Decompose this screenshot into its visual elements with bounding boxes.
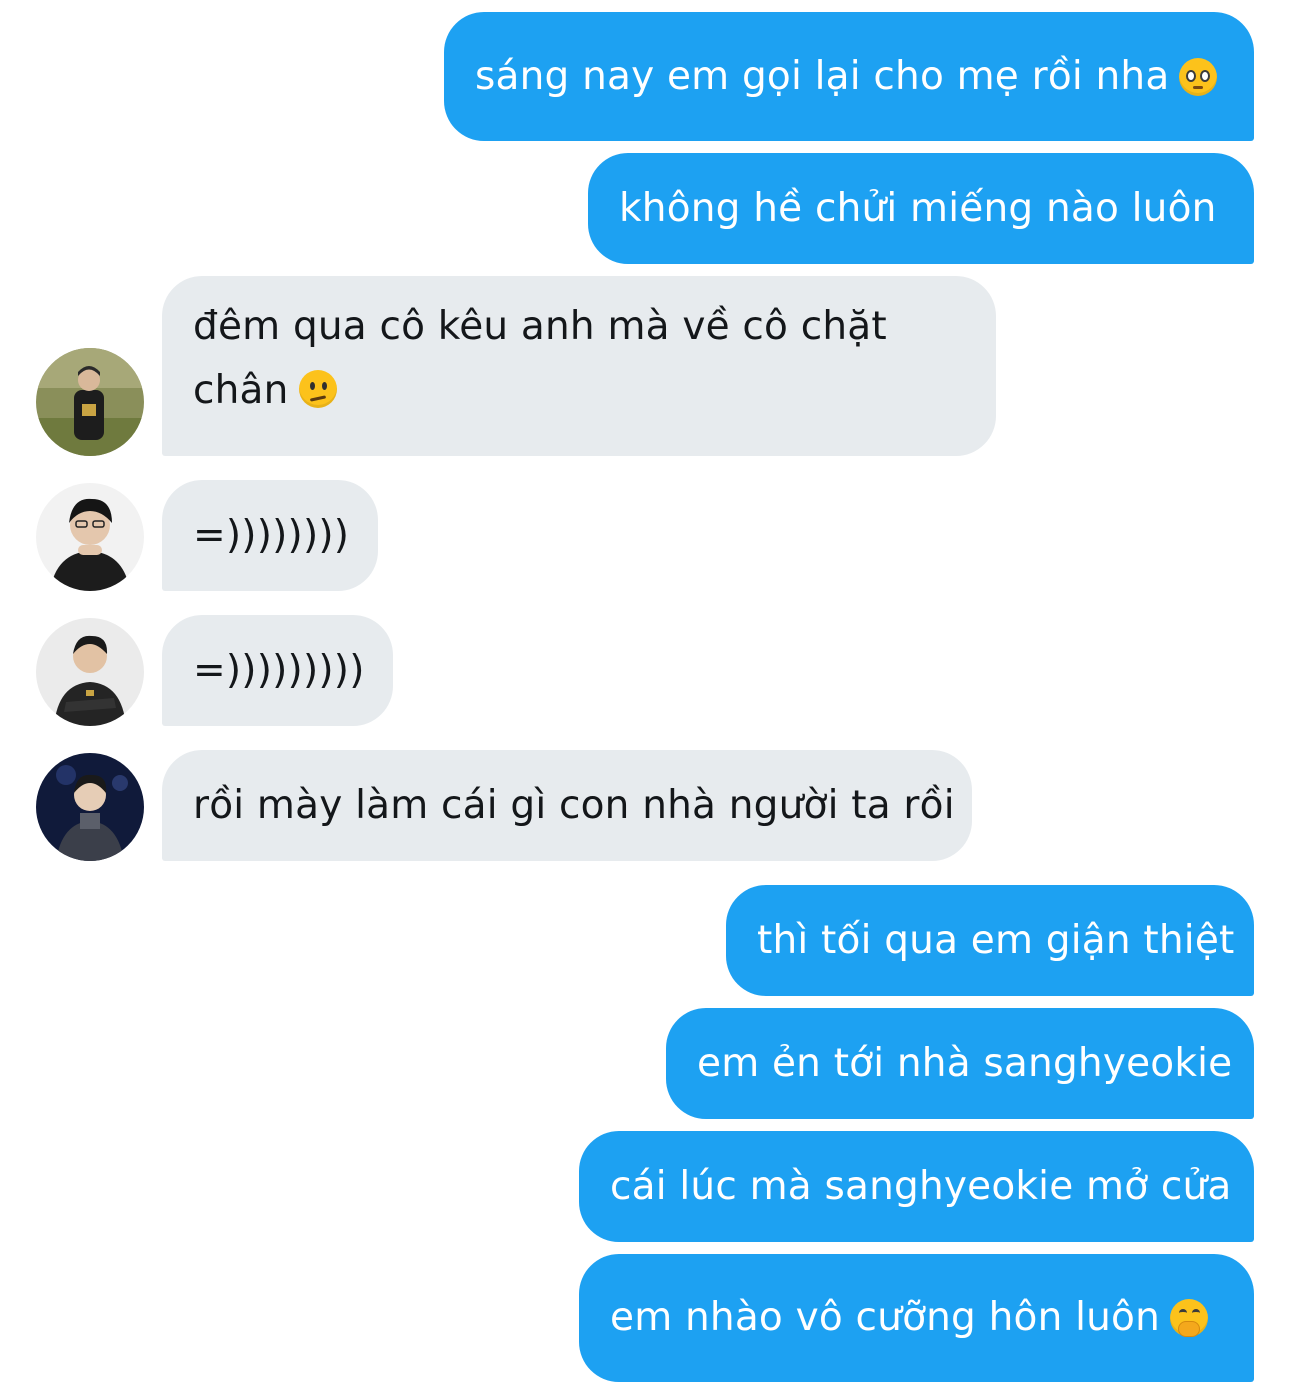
pleading-face-emoji-icon	[1179, 57, 1218, 96]
incoming-message[interactable]: =))))))))	[162, 480, 378, 591]
message-text: cái lúc mà sanghyeokie mở cửa	[610, 1163, 1232, 1209]
confused-face-emoji-icon	[298, 370, 337, 408]
outgoing-message[interactable]: cái lúc mà sanghyeokie mở cửa	[579, 1131, 1254, 1242]
outgoing-message[interactable]: thì tối qua em giận thiệt	[726, 885, 1254, 996]
avatar-user-3[interactable]	[36, 618, 144, 726]
message-text: em ẻn tới nhà sanghyeokie	[697, 1040, 1233, 1086]
message-text: =)))))))))	[193, 647, 365, 693]
avatar-user-4[interactable]	[36, 753, 144, 861]
outgoing-message[interactable]: em nhào vô cưỡng hôn luôn	[579, 1254, 1254, 1382]
incoming-message[interactable]: =)))))))))	[162, 615, 393, 726]
avatar-user-2[interactable]	[36, 483, 144, 591]
outgoing-message[interactable]: em ẻn tới nhà sanghyeokie	[666, 1008, 1254, 1119]
incoming-message[interactable]: đêm qua cô kêu anh mà về cô chặt chân	[162, 276, 996, 456]
message-text: thì tối qua em giận thiệt	[757, 917, 1235, 963]
incoming-message[interactable]: rồi mày làm cái gì con nhà người ta rồi	[162, 750, 972, 861]
message-text: đêm qua cô kêu anh mà về cô chặt chân	[193, 304, 887, 413]
message-text: rồi mày làm cái gì con nhà người ta rồi	[193, 782, 955, 828]
message-text: em nhào vô cưỡng hôn luôn	[610, 1295, 1161, 1340]
outgoing-message[interactable]: không hề chửi miếng nào luôn	[588, 153, 1254, 264]
message-text: không hề chửi miếng nào luôn	[619, 185, 1217, 231]
avatar-user-1[interactable]	[36, 348, 144, 456]
outgoing-message[interactable]: sáng nay em gọi lại cho mẹ rồi nha	[444, 12, 1254, 141]
message-text: sáng nay em gọi lại cho mẹ rồi nha	[475, 53, 1170, 99]
message-text: =))))))))	[193, 512, 350, 558]
face-with-hand-over-mouth-emoji-icon	[1170, 1299, 1209, 1337]
